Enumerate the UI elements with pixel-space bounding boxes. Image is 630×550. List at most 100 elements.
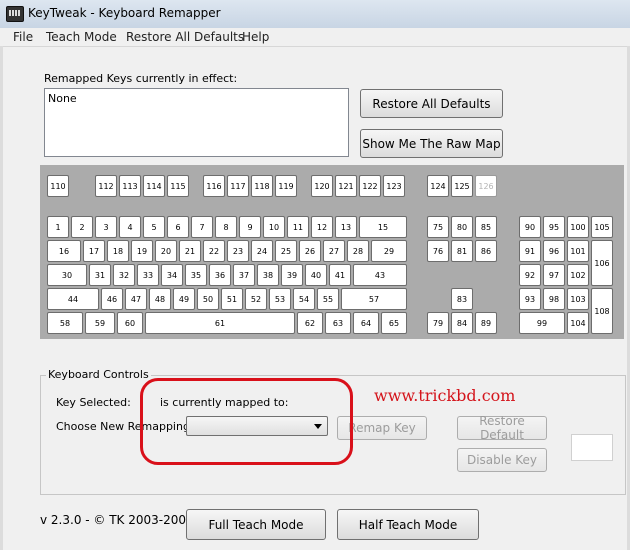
key-104[interactable]: 104 xyxy=(567,312,589,334)
key-19[interactable]: 19 xyxy=(131,240,153,262)
key-75[interactable]: 75 xyxy=(427,216,449,238)
key-108[interactable]: 108 xyxy=(591,288,613,334)
key-99[interactable]: 99 xyxy=(519,312,565,334)
key-49[interactable]: 49 xyxy=(173,288,195,310)
key-17[interactable]: 17 xyxy=(83,240,105,262)
key-23[interactable]: 23 xyxy=(227,240,249,262)
key-32[interactable]: 32 xyxy=(113,264,135,286)
key-57[interactable]: 57 xyxy=(341,288,407,310)
key-30[interactable]: 30 xyxy=(47,264,87,286)
key-3[interactable]: 3 xyxy=(95,216,117,238)
key-59[interactable]: 59 xyxy=(85,312,115,334)
key-114[interactable]: 114 xyxy=(143,175,165,197)
key-7[interactable]: 7 xyxy=(191,216,213,238)
key-29[interactable]: 29 xyxy=(371,240,407,262)
key-86[interactable]: 86 xyxy=(475,240,497,262)
key-113[interactable]: 113 xyxy=(119,175,141,197)
key-6[interactable]: 6 xyxy=(167,216,189,238)
key-28[interactable]: 28 xyxy=(347,240,369,262)
key-62[interactable]: 62 xyxy=(297,312,323,334)
key-65[interactable]: 65 xyxy=(381,312,407,334)
key-105[interactable]: 105 xyxy=(591,216,613,238)
key-102[interactable]: 102 xyxy=(567,264,589,286)
key-119[interactable]: 119 xyxy=(275,175,297,197)
key-121[interactable]: 121 xyxy=(335,175,357,197)
key-41[interactable]: 41 xyxy=(329,264,351,286)
key-117[interactable]: 117 xyxy=(227,175,249,197)
menu-help[interactable]: Help xyxy=(242,30,269,44)
key-118[interactable]: 118 xyxy=(251,175,273,197)
key-24[interactable]: 24 xyxy=(251,240,273,262)
key-34[interactable]: 34 xyxy=(161,264,183,286)
key-122[interactable]: 122 xyxy=(359,175,381,197)
key-54[interactable]: 54 xyxy=(293,288,315,310)
key-8[interactable]: 8 xyxy=(215,216,237,238)
key-91[interactable]: 91 xyxy=(519,240,541,262)
key-112[interactable]: 112 xyxy=(95,175,117,197)
key-79[interactable]: 79 xyxy=(427,312,449,334)
key-43[interactable]: 43 xyxy=(353,264,407,286)
key-20[interactable]: 20 xyxy=(155,240,177,262)
key-90[interactable]: 90 xyxy=(519,216,541,238)
key-106[interactable]: 106 xyxy=(591,240,613,286)
key-26[interactable]: 26 xyxy=(299,240,321,262)
key-80[interactable]: 80 xyxy=(451,216,473,238)
key-61[interactable]: 61 xyxy=(145,312,295,334)
key-97[interactable]: 97 xyxy=(543,264,565,286)
key-92[interactable]: 92 xyxy=(519,264,541,286)
key-58[interactable]: 58 xyxy=(47,312,83,334)
key-33[interactable]: 33 xyxy=(137,264,159,286)
key-120[interactable]: 120 xyxy=(311,175,333,197)
key-47[interactable]: 47 xyxy=(125,288,147,310)
key-84[interactable]: 84 xyxy=(451,312,473,334)
disable-key-button[interactable]: Disable Key xyxy=(457,448,547,472)
key-98[interactable]: 98 xyxy=(543,288,565,310)
key-13[interactable]: 13 xyxy=(335,216,357,238)
key-123[interactable]: 123 xyxy=(383,175,405,197)
restore-default-button[interactable]: Restore Default xyxy=(457,414,547,442)
key-103[interactable]: 103 xyxy=(567,288,589,310)
key-100[interactable]: 100 xyxy=(567,216,589,238)
key-60[interactable]: 60 xyxy=(117,312,143,334)
remapped-keys-list[interactable]: None xyxy=(44,88,349,157)
key-9[interactable]: 9 xyxy=(239,216,261,238)
key-12[interactable]: 12 xyxy=(311,216,333,238)
key-27[interactable]: 27 xyxy=(323,240,345,262)
key-51[interactable]: 51 xyxy=(221,288,243,310)
key-93[interactable]: 93 xyxy=(519,288,541,310)
key-25[interactable]: 25 xyxy=(275,240,297,262)
menu-restore-all-defaults[interactable]: Restore All Defaults xyxy=(126,30,244,44)
key-85[interactable]: 85 xyxy=(475,216,497,238)
key-35[interactable]: 35 xyxy=(185,264,207,286)
key-21[interactable]: 21 xyxy=(179,240,201,262)
key-125[interactable]: 125 xyxy=(451,175,473,197)
key-31[interactable]: 31 xyxy=(89,264,111,286)
key-36[interactable]: 36 xyxy=(209,264,231,286)
key-52[interactable]: 52 xyxy=(245,288,267,310)
menu-teach-mode[interactable]: Teach Mode xyxy=(46,30,117,44)
key-110[interactable]: 110 xyxy=(47,175,69,197)
key-64[interactable]: 64 xyxy=(353,312,379,334)
key-89[interactable]: 89 xyxy=(475,312,497,334)
key-48[interactable]: 48 xyxy=(149,288,171,310)
menu-file[interactable]: File xyxy=(13,30,33,44)
key-81[interactable]: 81 xyxy=(451,240,473,262)
key-11[interactable]: 11 xyxy=(287,216,309,238)
half-teach-mode-button[interactable]: Half Teach Mode xyxy=(337,509,479,540)
key-124[interactable]: 124 xyxy=(427,175,449,197)
key-15[interactable]: 15 xyxy=(359,216,407,238)
key-53[interactable]: 53 xyxy=(269,288,291,310)
key-2[interactable]: 2 xyxy=(71,216,93,238)
key-126[interactable]: 126 xyxy=(475,175,497,197)
restore-all-defaults-button[interactable]: Restore All Defaults xyxy=(360,89,503,118)
key-37[interactable]: 37 xyxy=(233,264,255,286)
key-55[interactable]: 55 xyxy=(317,288,339,310)
key-22[interactable]: 22 xyxy=(203,240,225,262)
key-5[interactable]: 5 xyxy=(143,216,165,238)
full-teach-mode-button[interactable]: Full Teach Mode xyxy=(186,509,326,540)
key-116[interactable]: 116 xyxy=(203,175,225,197)
key-40[interactable]: 40 xyxy=(305,264,327,286)
show-raw-map-button[interactable]: Show Me The Raw Map xyxy=(360,129,503,158)
key-16[interactable]: 16 xyxy=(47,240,81,262)
key-39[interactable]: 39 xyxy=(281,264,303,286)
